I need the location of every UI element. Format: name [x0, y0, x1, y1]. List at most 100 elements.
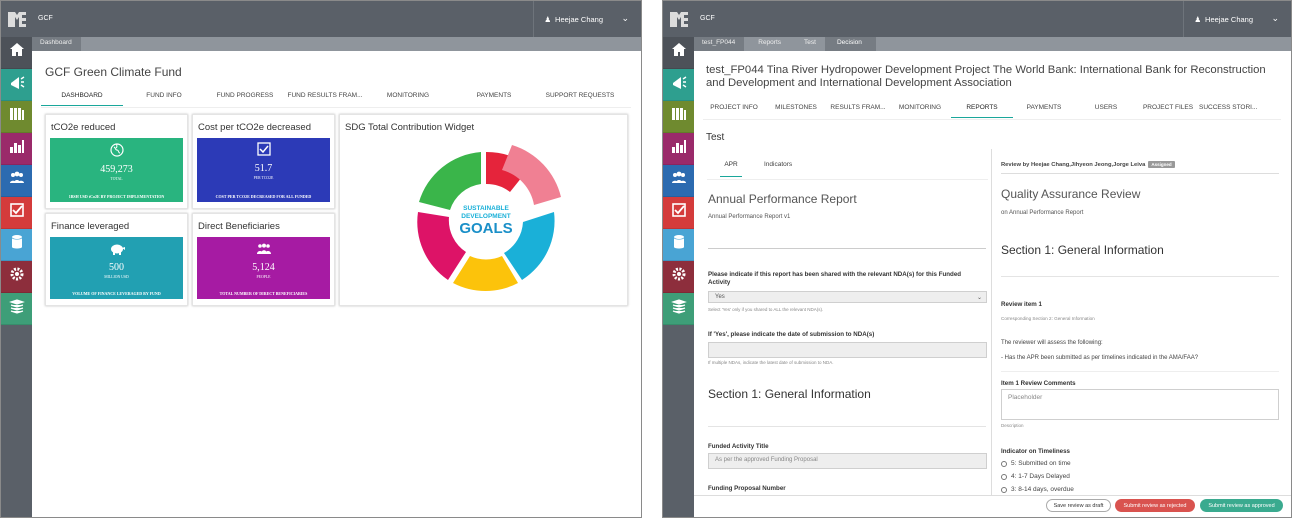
- metric-value: 51.7: [254, 163, 273, 174]
- nav-announcements[interactable]: [1, 69, 32, 101]
- timeliness-option[interactable]: 4: 1-7 Days Delayed: [1001, 473, 1070, 480]
- timeliness-option[interactable]: 5: Submitted on time: [1001, 460, 1071, 467]
- option-label: 4: 1-7 Days Delayed: [1011, 473, 1070, 480]
- card-title: Finance leveraged: [51, 221, 130, 232]
- qa-section-heading: Section 1: General Information: [1001, 243, 1164, 257]
- binders-icon: [9, 106, 25, 127]
- tab-project-files[interactable]: PROJECT FILES: [1137, 104, 1199, 118]
- books-icon: [8, 298, 25, 319]
- tab-support-requests[interactable]: SUPPORT REQUESTS: [537, 92, 623, 106]
- nda-date-input[interactable]: [708, 342, 987, 358]
- project-title: test_FP044 Tina River Hydropower Develop…: [706, 64, 1266, 89]
- sdg-logo-line-3: GOALS: [459, 220, 512, 237]
- card-title: Cost per tCO2e decreased: [198, 122, 312, 133]
- metric-tile[interactable]: 51.7 PER TCO2E COST PER TCO2E DECREASED …: [197, 138, 330, 202]
- breadcrumb-item[interactable]: Test: [790, 37, 825, 51]
- sdg-segment-yellow: [453, 256, 518, 292]
- chevron-down-icon[interactable]: ⌄: [621, 13, 629, 24]
- tab-reports[interactable]: REPORTS: [951, 104, 1013, 118]
- review-comments-label: Item 1 Review Comments: [1001, 380, 1076, 387]
- review-comments-textarea[interactable]: Placeholder: [1001, 389, 1279, 420]
- user-menu[interactable]: ♟ Heejae Chang: [1183, 1, 1263, 37]
- nav-announcements[interactable]: [663, 69, 694, 101]
- nav-home[interactable]: [663, 37, 694, 69]
- app-logo[interactable]: [663, 1, 694, 37]
- megaphone-icon: [671, 74, 687, 95]
- tab-success-stories[interactable]: SUCCESS STORI...: [1199, 104, 1257, 118]
- metric-unit: TOTAL: [110, 177, 123, 181]
- tab-fund-progress[interactable]: FUND PROGRESS: [205, 92, 285, 106]
- sdg-donut[interactable]: SUSTAINABLE DEVELOPMENT GOALS: [340, 137, 629, 307]
- assess-point: - Has the APR been submitted as per time…: [1001, 355, 1199, 361]
- funded-activity-title-value: As per the approved Funding Proposal: [715, 457, 818, 463]
- breadcrumb-item[interactable]: test_FP044: [694, 37, 745, 51]
- nav-analytics[interactable]: [1, 133, 32, 165]
- breadcrumb-item-current[interactable]: Decision: [824, 37, 876, 51]
- tab-monitoring[interactable]: MONITORING: [365, 92, 451, 106]
- nav-tasks[interactable]: [663, 197, 694, 229]
- breadcrumb-separator: [81, 37, 89, 51]
- nav-tasks[interactable]: [1, 197, 32, 229]
- tab-milestones[interactable]: MILESTONES: [765, 104, 827, 118]
- tab-fund-results[interactable]: FUND RESULTS FRAM...: [285, 92, 365, 106]
- nav-analytics[interactable]: [663, 133, 694, 165]
- tab-dashboard[interactable]: DASHBOARD: [41, 92, 123, 106]
- review-by-text: Review by Heejae Chang,Jihyeon Jeong,Jor…: [1001, 161, 1146, 168]
- tab-payments[interactable]: PAYMENTS: [451, 92, 537, 106]
- metric-tile[interactable]: 459,273 TOTAL 1BSH USD tCo2E BY PROJECT …: [50, 138, 183, 202]
- timeliness-label: Indicator on Timeliness: [1001, 448, 1070, 455]
- user-menu[interactable]: ♟ Heejae Chang: [533, 1, 613, 37]
- piggy-bank-icon: [50, 242, 183, 260]
- metric-tile[interactable]: 5,124 PEOPLE TOTAL NUMBER OF DIRECT BENE…: [197, 237, 330, 299]
- nav-data[interactable]: [663, 229, 694, 261]
- submit-rejected-button[interactable]: Submit review as rejected: [1115, 499, 1195, 512]
- sidebar: [1, 1, 32, 517]
- nav-home[interactable]: [1, 37, 32, 69]
- sdg-segment-green: [419, 152, 481, 210]
- tab-monitoring[interactable]: MONITORING: [889, 104, 951, 118]
- assess-intro: The reviewer will assess the following:: [1001, 340, 1103, 346]
- metric-value: 459,273: [100, 164, 133, 175]
- tab-fund-info[interactable]: FUND INFO: [123, 92, 205, 106]
- funded-activity-title-input[interactable]: As per the approved Funding Proposal: [708, 453, 987, 469]
- gear-icon: [671, 266, 687, 287]
- nav-library[interactable]: [663, 293, 694, 325]
- save-draft-button[interactable]: Save review as draft: [1046, 499, 1111, 512]
- submit-approved-button[interactable]: Submit review as approved: [1200, 499, 1283, 512]
- breadcrumb-item[interactable]: Reports: [744, 37, 790, 51]
- bar-chart-icon: [9, 138, 25, 159]
- nav-projects[interactable]: [663, 101, 694, 133]
- tab-users[interactable]: USERS: [1075, 104, 1137, 118]
- card-finance-leveraged: Finance leveraged 500 MILLION USD VOLUME…: [45, 213, 188, 306]
- chevron-down-icon[interactable]: ⌄: [1271, 13, 1279, 24]
- nav-settings[interactable]: [663, 261, 694, 293]
- metric-tile[interactable]: 500 MILLION USD VOLUME OF FINANCE LEVERA…: [50, 237, 183, 299]
- nav-library[interactable]: [1, 293, 32, 325]
- nav-data[interactable]: [1, 229, 32, 261]
- card-title: Direct Beneficiaries: [198, 221, 280, 232]
- nav-users[interactable]: [1, 165, 32, 197]
- home-icon: [671, 42, 687, 63]
- timeliness-option[interactable]: 3: 8-14 days, overdue: [1001, 486, 1074, 493]
- funding-proposal-number-label: Funding Proposal Number: [708, 485, 786, 492]
- metric-caption: 1BSH USD tCo2E BY PROJECT IMPLEMENTATION: [68, 194, 165, 199]
- metric-caption: TOTAL NUMBER OF DIRECT BENEFICIARIES: [219, 291, 308, 296]
- tab-results-framework[interactable]: RESULTS FRAM...: [827, 104, 889, 118]
- nav-projects[interactable]: [1, 101, 32, 133]
- nav-users[interactable]: [663, 165, 694, 197]
- app-logo[interactable]: [1, 1, 32, 37]
- nda-shared-label: Please indicate if this report has been …: [708, 271, 962, 286]
- review-comments-placeholder: Placeholder: [1008, 394, 1043, 401]
- metric-unit: PER TCO2E: [253, 176, 274, 180]
- globe-icon: [50, 143, 183, 162]
- bar-chart-icon: [671, 138, 687, 159]
- checkbox-icon: [9, 202, 25, 223]
- subtab-apr[interactable]: APR: [720, 161, 742, 177]
- user-name: Heejae Chang: [555, 14, 603, 24]
- subtab-indicators[interactable]: Indicators: [764, 161, 792, 168]
- tab-payments[interactable]: PAYMENTS: [1013, 104, 1075, 118]
- nda-shared-select[interactable]: Yes ⌄: [708, 291, 987, 303]
- breadcrumb-item[interactable]: Dashboard: [32, 37, 81, 51]
- tab-project-info[interactable]: PROJECT INFO: [703, 104, 765, 118]
- nav-settings[interactable]: [1, 261, 32, 293]
